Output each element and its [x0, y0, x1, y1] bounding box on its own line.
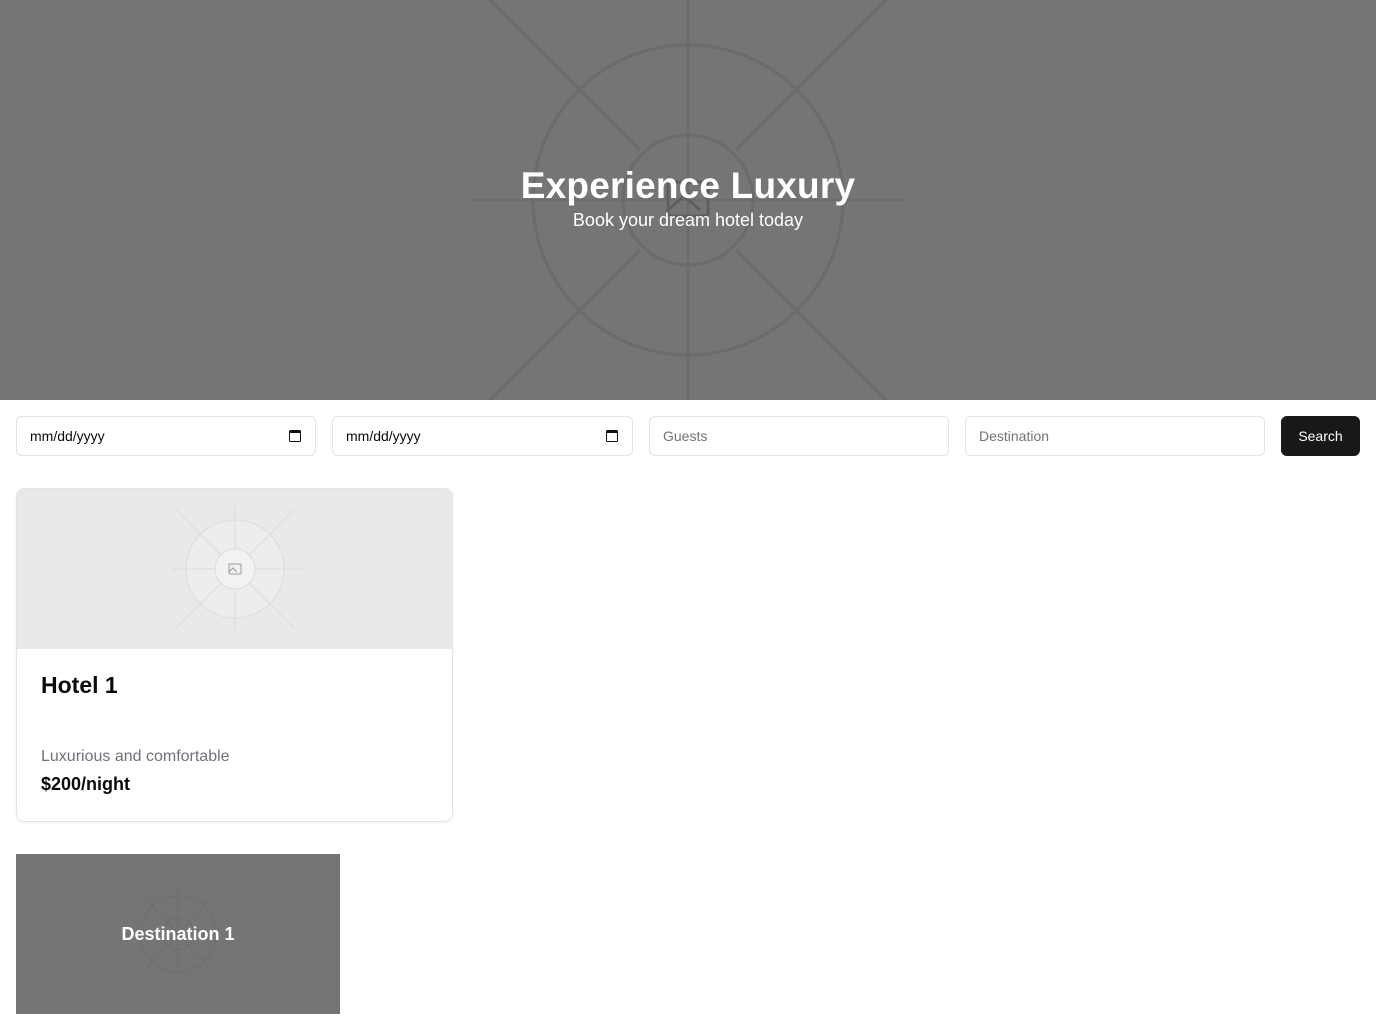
image-placeholder-icon	[172, 504, 302, 634]
hotel-name: Hotel 1	[41, 672, 118, 698]
hotel-price: $200/night	[41, 774, 131, 794]
checkin-date-value: mm/dd/yyyy	[30, 428, 105, 444]
checkout-date-input[interactable]: mm/dd/yyyy	[332, 416, 633, 456]
checkout-date-value: mm/dd/yyyy	[346, 428, 421, 444]
destination-name: Destination 1	[121, 924, 235, 944]
hero-banner: Experience Luxury Book your dream hotel …	[0, 0, 1376, 400]
hotel-image	[17, 489, 452, 649]
hero-title: Experience Luxury	[520, 165, 856, 206]
calendar-icon[interactable]	[606, 430, 618, 442]
hotel-card[interactable]: Hotel 1 Luxurious and comfortable $200/n…	[16, 488, 453, 822]
guests-placeholder: Guests	[663, 428, 708, 444]
calendar-icon[interactable]	[289, 430, 301, 442]
destination-input[interactable]: Destination	[965, 416, 1265, 456]
hero-subtitle: Book your dream hotel today	[572, 210, 804, 230]
destination-card[interactable]: Destination 1	[16, 854, 340, 1014]
search-bar: mm/dd/yyyy mm/dd/yyyy Guests Destination…	[16, 416, 1360, 456]
search-button[interactable]: Search	[1281, 416, 1360, 456]
checkin-date-input[interactable]: mm/dd/yyyy	[16, 416, 316, 456]
destination-placeholder: Destination	[979, 428, 1050, 444]
hotel-description: Luxurious and comfortable	[41, 748, 230, 765]
guests-input[interactable]: Guests	[649, 416, 949, 456]
